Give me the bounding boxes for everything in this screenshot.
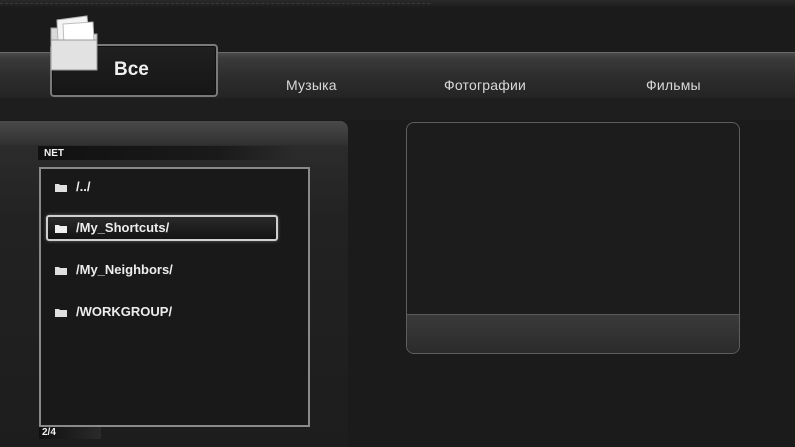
tab-movies[interactable]: Фильмы bbox=[646, 77, 701, 93]
header-underband bbox=[0, 98, 795, 120]
tab-all-label: Все bbox=[114, 59, 149, 80]
preview-info-bar bbox=[407, 314, 739, 353]
page-counter: 2/4 bbox=[39, 427, 101, 439]
list-item-label: /My_Shortcuts/ bbox=[76, 220, 170, 235]
preview-pane bbox=[406, 122, 740, 354]
tab-music[interactable]: Музыка bbox=[286, 77, 337, 93]
list-item-label: /../ bbox=[76, 179, 91, 194]
folder-icon bbox=[55, 225, 67, 233]
list-item-selected[interactable]: /My_Shortcuts/ bbox=[46, 215, 278, 241]
list-item[interactable]: /WORKGROUP/ bbox=[48, 301, 276, 323]
list-item[interactable]: /My_Neighbors/ bbox=[48, 259, 276, 281]
folder-icon bbox=[55, 184, 67, 192]
location-bar bbox=[38, 146, 296, 160]
folder-icon bbox=[50, 15, 98, 71]
list-item[interactable]: /../ bbox=[48, 176, 276, 198]
top-divider bbox=[0, 3, 430, 4]
panel-header bbox=[0, 121, 348, 145]
folder-icon bbox=[55, 267, 67, 275]
tab-photos[interactable]: Фотографии bbox=[444, 77, 526, 93]
list-item-label: /WORKGROUP/ bbox=[76, 304, 173, 319]
top-edge bbox=[0, 0, 795, 8]
folder-icon bbox=[55, 309, 67, 317]
location-label: NET bbox=[44, 148, 64, 159]
file-list bbox=[39, 167, 310, 427]
page-counter-label: 2/4 bbox=[42, 427, 56, 438]
list-item-label: /My_Neighbors/ bbox=[76, 262, 173, 277]
